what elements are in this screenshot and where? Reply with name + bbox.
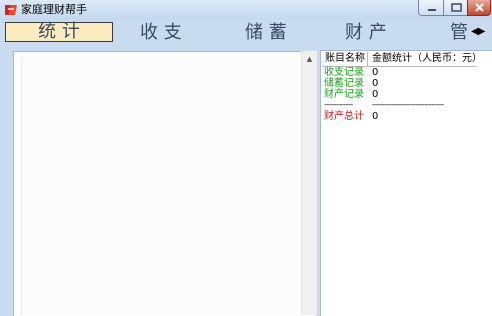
column-header-amount[interactable]: 金额统计（人民币：元） xyxy=(372,52,482,66)
arrow-right-icon[interactable]: ▶ xyxy=(478,26,486,37)
separator-left: ------------ xyxy=(324,100,353,109)
row-label-savings: 储蓄记录 xyxy=(324,78,364,89)
window-title: 家庭理财帮手 xyxy=(21,3,87,16)
close-icon xyxy=(475,3,484,12)
row-value-income-expense: 0 xyxy=(372,67,379,78)
minimize-button[interactable] xyxy=(418,0,444,16)
row-value-savings: 0 xyxy=(372,78,379,89)
close-button[interactable] xyxy=(467,0,491,16)
row-label-income-expense: 收支记录 xyxy=(324,67,364,78)
column-header-name[interactable]: 账目名称 xyxy=(325,52,365,66)
total-value: 0 xyxy=(372,111,379,122)
title-bar: 家庭理财帮手 xyxy=(0,0,492,20)
vertical-scrollbar[interactable]: ▲ xyxy=(301,51,317,315)
tab-assets[interactable]: 财 产 xyxy=(345,22,387,44)
tab-income-expense[interactable]: 收 支 xyxy=(140,22,182,44)
tab-statistics[interactable]: 统 计 xyxy=(5,22,113,42)
tab-scroll-arrows[interactable]: ◀▶ xyxy=(471,26,486,37)
tab-manage[interactable]: 管 xyxy=(450,22,468,44)
maximize-icon xyxy=(451,3,462,12)
row-label-assets: 财产记录 xyxy=(324,89,364,100)
arrow-left-icon[interactable]: ◀ xyxy=(471,26,479,37)
minimize-icon xyxy=(428,9,436,11)
tab-savings[interactable]: 储 蓄 xyxy=(245,22,287,44)
total-label: 财产总计 xyxy=(324,111,364,122)
app-logo-icon xyxy=(5,5,17,15)
separator-right: ------------------------------ xyxy=(372,100,444,109)
maximize-button[interactable] xyxy=(443,0,468,16)
row-value-assets: 0 xyxy=(372,89,379,100)
scroll-up-icon[interactable]: ▲ xyxy=(302,53,317,65)
chart-canvas xyxy=(21,58,302,315)
column-divider[interactable] xyxy=(367,52,368,66)
